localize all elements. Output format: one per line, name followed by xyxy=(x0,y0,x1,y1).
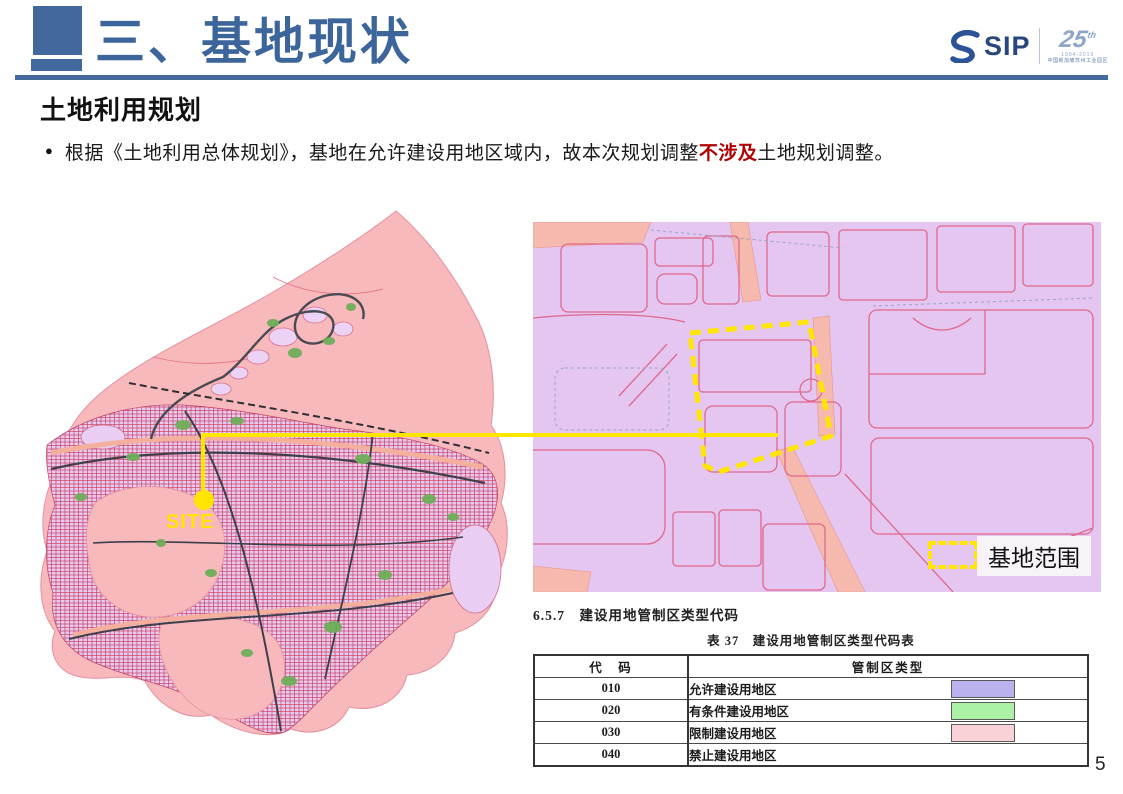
table-row: 040 禁止建设用地区 xyxy=(534,744,1088,767)
sip-s-icon xyxy=(948,29,982,63)
bullet-marker-icon: ● xyxy=(45,143,53,158)
logo-caption: 中国新加坡苏州工业园区 xyxy=(1047,59,1108,64)
cell-type: 禁止建设用地区 xyxy=(688,744,1088,767)
table-row: 010 允许建设用地区 xyxy=(534,678,1088,700)
anniversary-logo: 25th 1994-2019 中国新加坡苏州工业园区 xyxy=(1047,28,1108,64)
legend-swatch-dashed-box xyxy=(928,541,978,569)
header-cell-type: 管制区类型 xyxy=(688,655,1088,678)
header-accent-bar xyxy=(31,59,82,71)
legend-label: 基地范围 xyxy=(977,536,1091,576)
cell-code: 010 xyxy=(534,678,688,700)
bullet-text: 根据《土地利用总体规划》，基地在允许建设用地区域内，故本次规划调整不涉及土地规划… xyxy=(65,138,894,165)
table-header-row: 代 码 管制区类型 xyxy=(534,655,1088,678)
cell-type: 限制建设用地区 xyxy=(688,722,1088,744)
page-number: 5 xyxy=(1095,754,1106,776)
anniversary-number: 25th xyxy=(1058,28,1097,52)
slide: 三、基地现状 SIP 25th 1994-2019 中国新加坡苏州工业园区 土地… xyxy=(0,0,1123,794)
table-caption: 表 37 建设用地管制区类型代码表 xyxy=(533,630,1089,649)
page-title: 三、基地现状 xyxy=(95,2,413,74)
cell-type: 有条件建设用地区 xyxy=(688,700,1088,722)
cell-type-label: 限制建设用地区 xyxy=(689,727,777,741)
table-row: 020 有条件建设用地区 xyxy=(534,700,1088,722)
table-section-heading: 6.5.7 建设用地管制区类型代码 xyxy=(533,604,1093,624)
bullet-text-after: 土地规划调整。 xyxy=(757,143,894,164)
section-subtitle: 土地利用规划 xyxy=(40,90,202,127)
cell-code: 040 xyxy=(534,744,688,767)
logo-divider xyxy=(1039,28,1040,64)
cell-code: 030 xyxy=(534,722,688,744)
left-map-image xyxy=(33,207,512,742)
cell-type-label: 有条件建设用地区 xyxy=(689,705,789,719)
color-swatch xyxy=(951,702,1015,720)
sip-logo: SIP 25th 1994-2019 中国新加坡苏州工业园区 xyxy=(948,24,1108,68)
connector-line-horizontal xyxy=(202,433,778,437)
header-divider-rule xyxy=(15,75,1108,80)
bullet-emphasis: 不涉及 xyxy=(699,143,758,164)
color-swatch xyxy=(951,724,1015,742)
header-cell-code: 代 码 xyxy=(534,655,688,678)
table-row: 030 限制建设用地区 xyxy=(534,722,1088,744)
cell-code: 020 xyxy=(534,700,688,722)
code-table-section: 6.5.7 建设用地管制区类型代码 表 37 建设用地管制区类型代码表 代 码 … xyxy=(533,604,1093,767)
bullet-item: ● 根据《土地利用总体规划》，基地在允许建设用地区域内，故本次规划调整不涉及土地… xyxy=(45,138,1065,165)
header-accent-square xyxy=(33,6,82,55)
cell-type-label: 允许建设用地区 xyxy=(689,683,777,697)
connector-line-vertical xyxy=(201,434,205,492)
cell-type: 允许建设用地区 xyxy=(688,678,1088,700)
left-map-art xyxy=(41,211,507,735)
color-swatch xyxy=(951,680,1015,698)
cell-type-label: 禁止建设用地区 xyxy=(689,749,777,763)
code-table: 代 码 管制区类型 010 允许建设用地区 020 有条件建设用地区 030 xyxy=(533,654,1089,767)
sip-wordmark: SIP xyxy=(984,31,1031,62)
site-label: SITE xyxy=(166,511,214,534)
site-marker-dot xyxy=(194,490,214,510)
bullet-text-before: 根据《土地利用总体规划》，基地在允许建设用地区域内，故本次规划调整 xyxy=(65,143,699,164)
